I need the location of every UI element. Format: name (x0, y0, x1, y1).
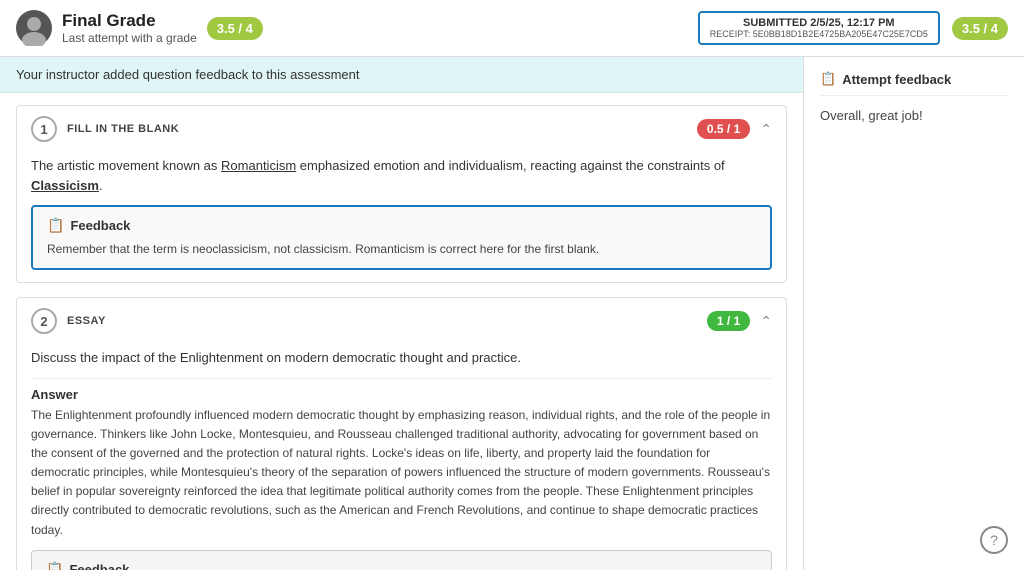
question-1-feedback-box: 📋 Feedback Remember that the term is neo… (31, 205, 772, 270)
question-2-score: 1 / 1 (707, 311, 750, 331)
question-2-header-right: 1 / 1 ⌃ (707, 311, 772, 331)
app-container: Final Grade Last attempt with a grade 3.… (0, 0, 1024, 570)
header-right: SUBMITTED 2/5/25, 12:17 PM RECEIPT: 5E0B… (698, 11, 1008, 45)
question-1-feedback-label: 📋 Feedback (47, 217, 756, 234)
header-title: Final Grade (62, 11, 197, 31)
question-1-header: 1 FILL IN THE BLANK 0.5 / 1 ⌃ (17, 106, 786, 152)
question-1-score: 0.5 / 1 (697, 119, 750, 139)
question-2-header: 2 ESSAY 1 / 1 ⌃ (17, 298, 786, 344)
question-1-number: 1 (31, 116, 57, 142)
question-1-text: The artistic movement known as Romantici… (31, 156, 772, 195)
main-layout: Your instructor added question feedback … (0, 57, 1024, 570)
feedback-banner-text: Your instructor added question feedback … (16, 67, 360, 82)
question-2-number: 2 (31, 308, 57, 334)
feedback-icon-1: 📋 (47, 217, 64, 234)
question-2-text: Discuss the impact of the Enlightenment … (31, 348, 772, 368)
header-subtitle: Last attempt with a grade (62, 31, 197, 45)
right-panel: 📋 Attempt feedback Overall, great job! (804, 57, 1024, 570)
question-2-feedback-label: 📋 Feedback (46, 561, 757, 570)
question-2-feedback-title: Feedback (69, 562, 129, 570)
attempt-feedback-label: Attempt feedback (842, 72, 951, 87)
question-1-chevron-icon[interactable]: ⌃ (760, 121, 772, 138)
question-2-type: ESSAY (67, 315, 106, 327)
question-2-header-left: 2 ESSAY (31, 308, 106, 334)
header-grade-badge-right: 3.5 / 4 (952, 17, 1008, 40)
header-left: Final Grade Last attempt with a grade 3.… (16, 10, 263, 46)
question-1-body: The artistic movement known as Romantici… (17, 152, 786, 282)
answer-section: Answer The Enlightenment profoundly infl… (31, 387, 772, 540)
help-button[interactable]: ? (980, 526, 1008, 554)
submission-date: SUBMITTED 2/5/25, 12:17 PM (710, 17, 928, 29)
question-2-body: Discuss the impact of the Enlightenment … (17, 344, 786, 570)
header-grade-badge: 3.5 / 4 (207, 17, 263, 40)
question-1-header-left: 1 FILL IN THE BLANK (31, 116, 179, 142)
attempt-feedback-text: Overall, great job! (820, 106, 1008, 126)
attempt-feedback-icon: 📋 (820, 71, 836, 87)
question-1-feedback-text: Remember that the term is neoclassicism,… (47, 240, 756, 258)
question-1-type: FILL IN THE BLANK (67, 123, 179, 135)
submission-info: SUBMITTED 2/5/25, 12:17 PM RECEIPT: 5E0B… (698, 11, 940, 45)
submission-receipt: RECEIPT: 5E0BB18D1B2E4725BA205E47C25E7CD… (710, 29, 928, 39)
feedback-icon-2: 📋 (46, 561, 63, 570)
questions-area: 1 FILL IN THE BLANK 0.5 / 1 ⌃ The artist… (0, 93, 803, 570)
feedback-banner: Your instructor added question feedback … (0, 57, 803, 93)
left-panel: Your instructor added question feedback … (0, 57, 804, 570)
question-card-1: 1 FILL IN THE BLANK 0.5 / 1 ⌃ The artist… (16, 105, 787, 283)
question-1-feedback-title: Feedback (70, 218, 130, 233)
avatar (16, 10, 52, 46)
header: Final Grade Last attempt with a grade 3.… (0, 0, 1024, 57)
question-2-chevron-icon[interactable]: ⌃ (760, 313, 772, 330)
answer-label: Answer (31, 387, 772, 402)
question-2-feedback-box: 📋 Feedback This is a solid essay that ef… (31, 550, 772, 570)
question-1-header-right: 0.5 / 1 ⌃ (697, 119, 772, 139)
header-title-block: Final Grade Last attempt with a grade (62, 11, 197, 45)
question-card-2: 2 ESSAY 1 / 1 ⌃ Discuss the impact of th… (16, 297, 787, 570)
answer-text: The Enlightenment profoundly influenced … (31, 406, 772, 540)
attempt-feedback-title: 📋 Attempt feedback (820, 71, 1008, 96)
